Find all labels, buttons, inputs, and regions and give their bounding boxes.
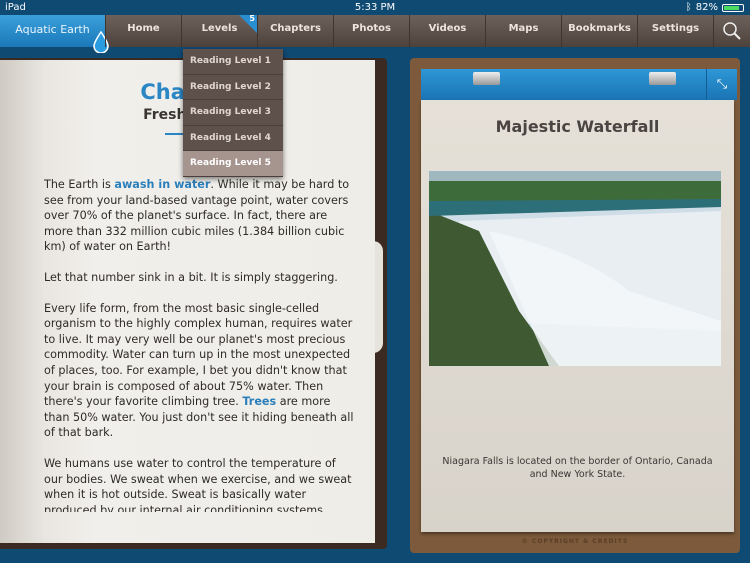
menu-item-level-2[interactable]: Reading Level 2	[183, 75, 283, 100]
paragraph: The Earth is awash in water. While it ma…	[44, 178, 350, 254]
bluetooth-icon: ᛒ	[685, 2, 692, 13]
paragraph: Let that number sink in a bit. It is sim…	[44, 270, 338, 284]
nav-maps[interactable]: Maps	[485, 15, 561, 47]
nav-label: Maps	[508, 23, 539, 34]
clock: 5:33 PM	[354, 2, 396, 13]
expand-icon[interactable]: ⤡	[706, 69, 737, 100]
battery-icon	[722, 3, 744, 12]
nav-label: Videos	[428, 23, 467, 34]
search-button[interactable]	[713, 15, 750, 47]
photo-caption: Niagara Falls is located on the border o…	[442, 456, 713, 480]
card-title: Majestic Waterfall	[495, 117, 660, 136]
nav-label: Levels	[201, 23, 238, 34]
menu-item-level-1[interactable]: Reading Level 1	[183, 49, 283, 75]
nav-label: Settings	[651, 23, 700, 34]
levels-dropdown: Reading Level 1 Reading Level 2 Reading …	[183, 49, 283, 177]
nav-settings[interactable]: Settings	[637, 15, 713, 47]
clip-icon	[473, 72, 500, 85]
glossary-link-awash[interactable]: awash in water	[114, 178, 210, 191]
menu-item-level-3[interactable]: Reading Level 3	[183, 100, 283, 126]
paragraph: Every life form, from the most basic sin…	[44, 301, 354, 440]
top-nav: Aquatic Earth Home Levels 5 Chapters Phot…	[0, 14, 750, 53]
levels-badge: 5	[239, 14, 257, 33]
nav-chapters[interactable]: Chapters	[257, 15, 333, 47]
paragraph: We humans use water to control the tempe…	[44, 456, 352, 512]
copyright-link[interactable]: © COPYRIGHT & CREDITS	[410, 538, 740, 545]
nav-bookmarks[interactable]: Bookmarks	[561, 15, 637, 47]
nav-label: Bookmarks	[568, 23, 631, 34]
brand-label: Aquatic Earth	[15, 23, 90, 36]
nav-label: Photos	[352, 23, 391, 34]
nav-label: Chapters	[270, 23, 321, 34]
nav-photos[interactable]: Photos	[333, 15, 409, 47]
nav-home[interactable]: Home	[105, 15, 181, 47]
chapter-text: The Earth is awash in water. While it ma…	[44, 177, 354, 512]
menu-item-level-4[interactable]: Reading Level 4	[183, 126, 283, 151]
battery-percent: 82%	[695, 2, 718, 13]
card-header-bar: ⤡	[421, 69, 737, 100]
waterfall-photo[interactable]	[429, 171, 721, 366]
badge-count: 5	[249, 14, 255, 23]
menu-item-level-5[interactable]: Reading Level 5	[183, 151, 283, 177]
search-icon	[723, 22, 741, 40]
clip-icon	[649, 72, 676, 85]
nav-levels[interactable]: Levels 5	[181, 14, 257, 47]
status-bar: iPad 5:33 PM ᛒ 82%	[0, 0, 750, 15]
nav-label: Home	[127, 23, 160, 34]
brand-tab[interactable]: Aquatic Earth	[0, 15, 109, 53]
glossary-link-trees[interactable]: Trees	[242, 395, 276, 408]
nav-videos[interactable]: Videos	[409, 15, 485, 47]
photo-card: Majestic Waterfall Niagara Falls is loca…	[421, 100, 734, 532]
